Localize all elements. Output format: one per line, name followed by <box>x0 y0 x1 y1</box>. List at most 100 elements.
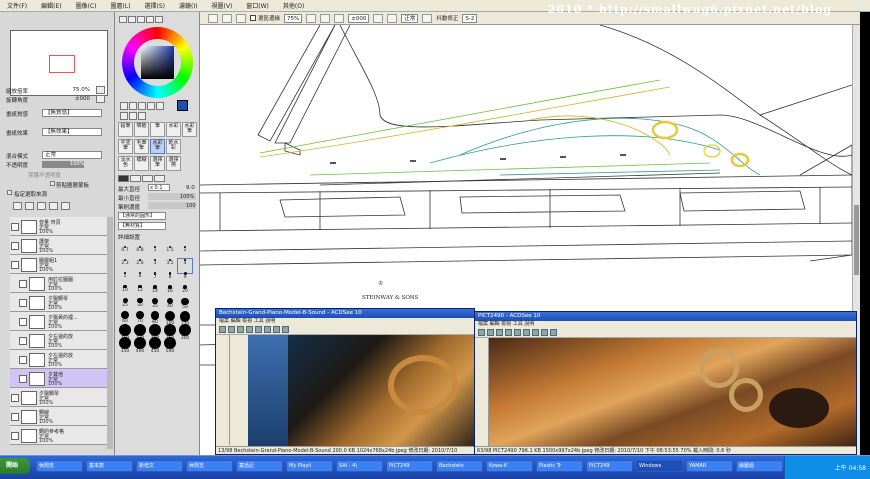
brush-tool-button[interactable]: 噴槍 <box>134 122 149 137</box>
acdsee-left-title[interactable]: Bechstein-Grand-Piano-Model-B-Sound - AC… <box>216 309 474 318</box>
selection-edge-toggle[interactable]: 選區邊緣 <box>250 14 280 22</box>
rotate-icon[interactable] <box>505 329 512 336</box>
fit-icon[interactable] <box>532 329 539 336</box>
scratchpad-tab-icon[interactable] <box>155 16 163 23</box>
taskbar-item[interactable]: Plastic Tr <box>536 460 583 472</box>
taskbar-item[interactable]: 童話記 <box>236 460 283 472</box>
brush-size-preset[interactable]: 12 <box>133 285 147 299</box>
zoom-out-icon[interactable] <box>264 326 271 333</box>
layer-row[interactable]: 鋼的參考格 正常 100% <box>10 426 108 445</box>
new-folder-icon[interactable] <box>25 202 34 210</box>
fit-icon[interactable] <box>273 326 280 333</box>
brush-size-preset[interactable]: 100 <box>163 311 177 326</box>
eyedropper-icon[interactable] <box>138 111 146 120</box>
brush-tool-button[interactable]: 鉛筆 <box>118 122 133 137</box>
brush-size-preset[interactable]: 500 <box>163 337 177 354</box>
rotate-icon[interactable] <box>120 111 128 120</box>
layer-row[interactable]: 音量 齊頁 正常 100% <box>10 217 108 236</box>
brush-shape-1-icon[interactable] <box>118 175 129 182</box>
brush-size-preset[interactable]: 6 <box>133 272 147 286</box>
brush-size-preset[interactable]: 14 <box>148 285 162 299</box>
flip-icon[interactable] <box>422 13 433 23</box>
menu-image[interactable]: 圖像(C) <box>69 1 104 10</box>
acdsee-left-menus[interactable]: 檔案 編輯 檢視 工具 說明 <box>216 318 474 325</box>
brush-tool-button[interactable]: 平塗筆 <box>118 139 133 154</box>
angle-stepper[interactable] <box>96 95 105 103</box>
brush-size-preset[interactable]: 1 <box>148 246 162 260</box>
brush-tool-button[interactable]: 選擇筆 <box>150 156 165 171</box>
slideshow-icon[interactable] <box>550 329 557 336</box>
layer-visibility-eye-icon[interactable] <box>19 280 27 288</box>
brush-size-preset[interactable]: 80 <box>148 311 162 325</box>
blend-mode-select[interactable]: 正常 <box>401 13 419 23</box>
brush-shape-select[interactable]: 【通常的圓形】 <box>118 212 166 220</box>
layer-row[interactable]: 鋼線 正常 100% <box>10 407 108 426</box>
brush-size-preset[interactable]: 3 <box>148 259 162 273</box>
foreground-color-swatch[interactable] <box>177 100 188 111</box>
taskbar-item[interactable]: Bechstein <box>436 460 483 472</box>
taskbar-item[interactable]: 休閒吉 <box>186 460 233 472</box>
brush-size-preset[interactable]: 25 <box>118 298 132 312</box>
new-layer-icon[interactable] <box>13 202 22 210</box>
rect-select-icon[interactable] <box>120 102 128 110</box>
brush-size-preset[interactable]: 5 <box>118 272 132 286</box>
brush-tool-button[interactable]: 乾水彩 <box>166 139 181 154</box>
brush-size-preset[interactable]: 50 <box>178 298 192 312</box>
layer-row[interactable]: 夕左邊的放 正常 100% <box>10 350 108 369</box>
browse-icon[interactable] <box>478 329 485 336</box>
brush-tool-button[interactable]: 水彩 <box>166 122 181 137</box>
brush-size-preset[interactable]: 2.3 <box>118 259 132 273</box>
fullscreen-icon[interactable] <box>282 326 289 333</box>
zoom-out-icon[interactable] <box>523 329 530 336</box>
layer-row[interactable]: 夕左邊的放 正常 100% <box>10 331 108 350</box>
brush-tool-button[interactable]: 選擇擦 <box>166 156 181 171</box>
fullscreen-icon[interactable] <box>541 329 548 336</box>
brush-size-preset[interactable]: 40 <box>163 298 177 312</box>
zoom-in-icon[interactable] <box>255 326 262 333</box>
layer-row[interactable]: 用於拉圖圖 正常 100% <box>10 274 108 293</box>
paper-texture-select[interactable]: 【無質感】 <box>42 109 102 117</box>
magic-wand-icon[interactable] <box>138 102 146 110</box>
next-icon[interactable] <box>496 329 503 336</box>
selection-edge-checkbox[interactable] <box>250 15 256 21</box>
brush-size-preset[interactable]: 250 <box>163 324 177 341</box>
hand-icon[interactable] <box>129 111 137 120</box>
taskbar-item[interactable]: Kowa-K <box>486 460 533 472</box>
taskbar-item[interactable]: Windows <box>636 460 683 472</box>
zoom-select[interactable]: 75% <box>284 13 303 23</box>
brush-shape-4-icon[interactable] <box>154 175 165 182</box>
brush-size-preset[interactable]: 2.6 <box>133 259 147 273</box>
brush-texture-select[interactable]: 【無材質】 <box>118 222 166 230</box>
menu-select[interactable]: 選擇(S) <box>138 1 173 10</box>
brush-tool-button[interactable]: 模糊 <box>134 156 149 171</box>
browse-icon[interactable] <box>219 326 226 333</box>
color-wheel-tab-icon[interactable] <box>119 16 127 23</box>
brush-size-preset[interactable]: 10 <box>118 285 132 299</box>
move-icon[interactable] <box>147 102 155 110</box>
layer-visibility-eye-icon[interactable] <box>19 318 27 326</box>
taskbar-item[interactable]: 新增文 <box>136 460 183 472</box>
taskbar-item[interactable]: SAI - 4\ <box>336 460 383 472</box>
zoom-out-icon[interactable] <box>306 13 317 23</box>
rotate-field[interactable]: ±000 <box>348 13 370 23</box>
brush-size-preset[interactable]: 3.5 <box>163 259 177 273</box>
brush-tool-button[interactable]: 水彩筆 <box>150 139 165 154</box>
layer-visibility-eye-icon[interactable] <box>11 242 19 250</box>
prev-icon[interactable] <box>228 326 235 333</box>
layer-visibility-eye-icon[interactable] <box>11 223 19 231</box>
clear-layer-icon[interactable] <box>49 202 58 210</box>
brush-size-preset[interactable]: 120 <box>178 311 192 327</box>
menu-file[interactable]: 文件(F) <box>0 1 34 10</box>
zoom-in-icon[interactable] <box>514 329 521 336</box>
prev-icon[interactable] <box>487 329 494 336</box>
brush-size-preset[interactable]: 2 <box>178 246 192 260</box>
zoom-reset-icon[interactable] <box>334 13 345 23</box>
brush-size-preset[interactable]: 70 <box>133 311 147 325</box>
zoom-in-icon[interactable] <box>320 13 331 23</box>
saturation-value-square[interactable] <box>141 46 174 79</box>
taskbar-item[interactable]: YAMAR <box>686 460 733 472</box>
brush-size-preset[interactable]: 150 <box>118 324 132 341</box>
brush-size-multiplier[interactable]: x 0.1 <box>148 184 170 191</box>
taskbar-item[interactable]: 繪圖過 <box>736 460 783 472</box>
brush-size-preset[interactable]: 0.7 <box>118 246 132 260</box>
